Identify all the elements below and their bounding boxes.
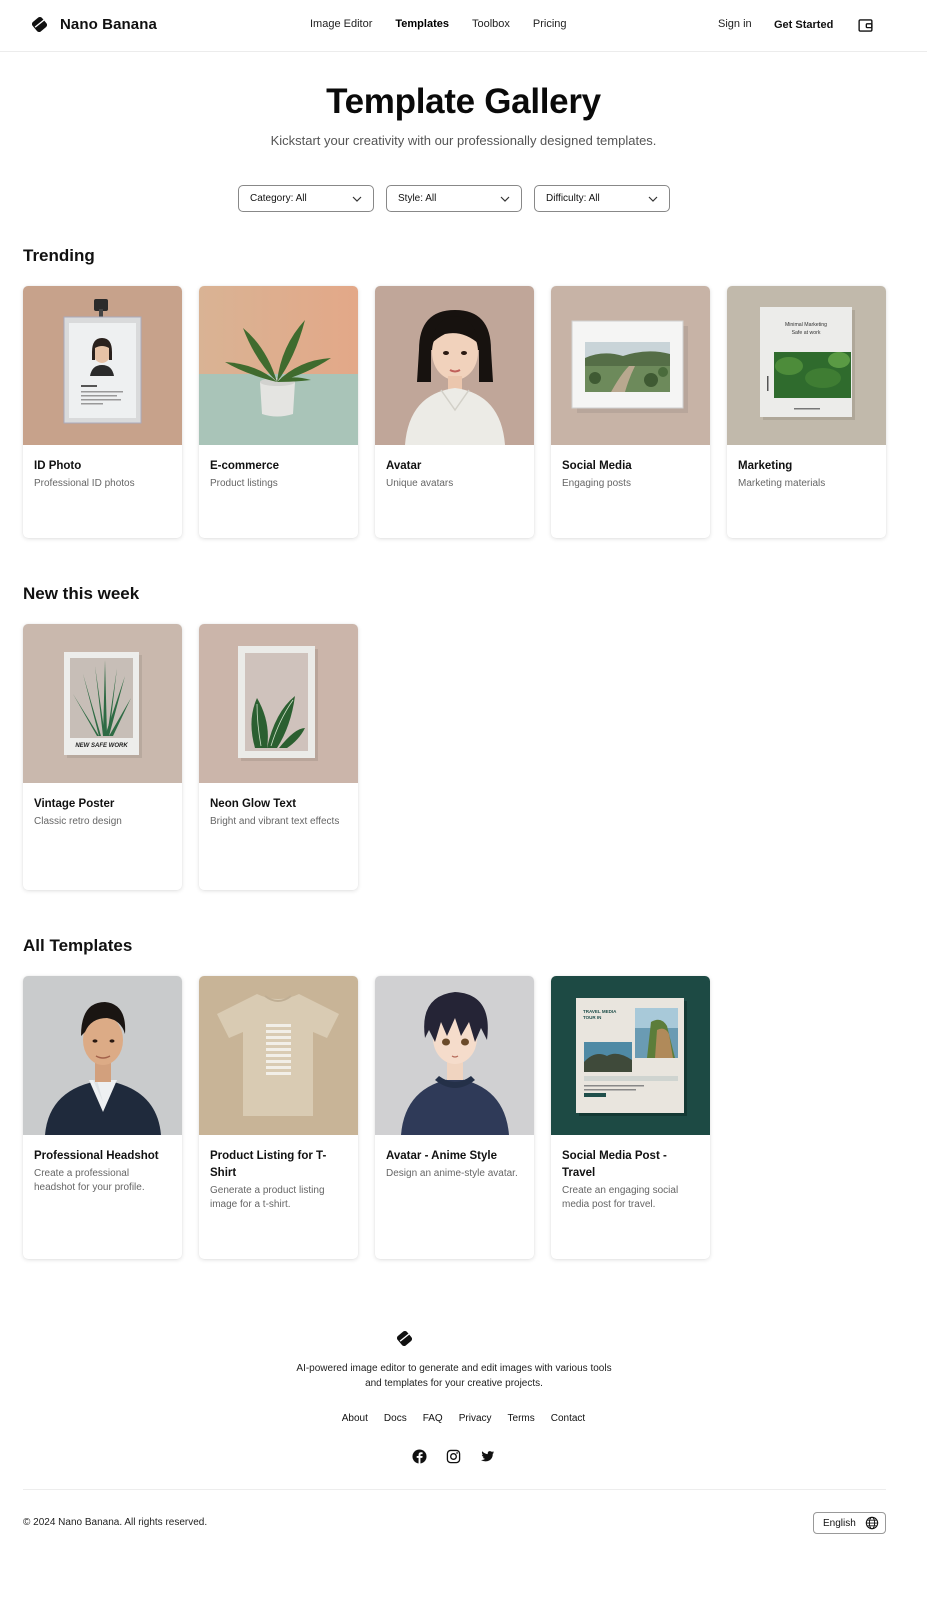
globe-icon xyxy=(865,1516,879,1530)
marketing-thumb-line2: Safe at work xyxy=(792,330,821,336)
template-card-avatar-anime-style[interactable]: Avatar - Anime Style Design an anime-sty… xyxy=(375,976,534,1259)
card-description: Bright and vibrant text effects xyxy=(210,816,340,827)
instagram-icon[interactable] xyxy=(446,1449,461,1464)
all-templates-grid: Professional Headshot Create a professio… xyxy=(23,976,710,1259)
footer-link-docs[interactable]: Docs xyxy=(384,1413,407,1424)
banana-logo-icon xyxy=(396,1330,413,1347)
card-title: Marketing xyxy=(738,460,793,472)
template-card-vintage-poster[interactable]: NEW SAFE WORK Vintage Poster Classic ret… xyxy=(23,624,182,890)
difficulty-filter-label: Difficulty: All xyxy=(546,193,600,204)
trending-heading: Trending xyxy=(23,246,95,265)
template-card-social-media-travel[interactable]: TRAVEL MEDIA TOUR IN Social Media Post -… xyxy=(551,976,710,1259)
anime-avatar-thumbnail xyxy=(375,976,534,1135)
nav-image-editor[interactable]: Image Editor xyxy=(310,18,372,30)
facebook-icon[interactable] xyxy=(412,1449,427,1464)
footer-link-terms[interactable]: Terms xyxy=(508,1413,535,1424)
nav-toolbox[interactable]: Toolbox xyxy=(472,18,510,30)
main-nav: Image Editor Templates Toolbox Pricing xyxy=(310,18,590,30)
page-subtitle: Kickstart your creativity with our profe… xyxy=(270,133,657,148)
page-title: Template Gallery xyxy=(326,82,601,121)
footer-divider xyxy=(23,1489,886,1490)
card-title: Social Media Post - Travel xyxy=(562,1150,667,1179)
card-title: Social Media xyxy=(562,460,632,472)
new-this-week-grid: NEW SAFE WORK Vintage Poster Classic ret… xyxy=(23,624,358,890)
style-filter-label: Style: All xyxy=(398,193,437,204)
vintage-poster-caption: NEW SAFE WORK xyxy=(75,743,128,749)
template-card-avatar[interactable]: Avatar Unique avatars xyxy=(375,286,534,538)
chevron-down-icon xyxy=(648,196,658,202)
chevron-down-icon xyxy=(500,196,510,202)
trending-grid: ID Photo Professional ID photos E-commer… xyxy=(23,286,886,538)
template-card-product-listing-t-shirt[interactable]: Product Listing for T-Shirt Generate a p… xyxy=(199,976,358,1259)
copyright: © 2024 Nano Banana. All rights reserved. xyxy=(23,1517,208,1528)
footer-link-contact[interactable]: Contact xyxy=(551,1413,585,1424)
get-started-button[interactable]: Get Started xyxy=(764,11,844,39)
travel-thumb-line2: TOUR IN xyxy=(583,1015,601,1020)
card-description: Create an engaging social media post for… xyxy=(562,1185,679,1210)
id-photo-thumbnail xyxy=(23,286,182,445)
social-links xyxy=(412,1449,495,1464)
all-templates-heading: All Templates xyxy=(23,936,133,955)
banana-logo-icon xyxy=(31,16,48,33)
template-card-id-photo[interactable]: ID Photo Professional ID photos xyxy=(23,286,182,538)
marketing-thumbnail: Minimal Marketing Safe at work xyxy=(727,286,886,445)
card-title: Vintage Poster xyxy=(34,798,115,810)
twitter-icon[interactable] xyxy=(480,1449,495,1464)
template-card-neon-glow-text[interactable]: Neon Glow Text Bright and vibrant text e… xyxy=(199,624,358,890)
footer-links: About Docs FAQ Privacy Terms Contact xyxy=(0,1413,927,1424)
card-description: Professional ID photos xyxy=(34,478,135,489)
template-card-marketing[interactable]: Minimal Marketing Safe at work Marketing… xyxy=(727,286,886,538)
template-card-e-commerce[interactable]: E-commerce Product listings xyxy=(199,286,358,538)
style-filter[interactable]: Style: All xyxy=(386,185,522,212)
neon-glow-text-thumbnail xyxy=(199,624,358,783)
travel-post-thumbnail: TRAVEL MEDIA TOUR IN xyxy=(551,976,710,1135)
sign-in-link[interactable]: Sign in xyxy=(718,18,752,30)
card-title: ID Photo xyxy=(34,460,82,472)
language-label: English xyxy=(823,1517,856,1529)
chevron-down-icon xyxy=(352,196,362,202)
template-card-social-media[interactable]: Social Media Engaging posts xyxy=(551,286,710,538)
footer-link-privacy[interactable]: Privacy xyxy=(459,1413,492,1424)
social-media-thumbnail xyxy=(551,286,710,445)
brand-name: Nano Banana xyxy=(60,16,157,33)
template-card-professional-headshot[interactable]: Professional Headshot Create a professio… xyxy=(23,976,182,1259)
card-title: Avatar - Anime Style xyxy=(386,1150,497,1162)
professional-headshot-thumbnail xyxy=(23,976,182,1135)
wallet-icon[interactable] xyxy=(857,17,874,34)
vintage-poster-thumbnail: NEW SAFE WORK xyxy=(23,624,182,783)
card-description: Unique avatars xyxy=(386,478,454,489)
card-title: Professional Headshot xyxy=(34,1150,159,1162)
card-description: Generate a product listing image for a t… xyxy=(210,1185,325,1210)
category-filter[interactable]: Category: All xyxy=(238,185,374,212)
card-title: Product Listing for T-Shirt xyxy=(210,1150,327,1179)
filter-bar: Category: All Style: All Difficulty: All xyxy=(238,185,670,212)
footer-description: AI-powered image editor to generate and … xyxy=(296,1363,612,1389)
card-description: Product listings xyxy=(210,478,278,489)
language-selector[interactable]: English xyxy=(813,1512,886,1534)
card-title: E-commerce xyxy=(210,460,280,472)
t-shirt-thumbnail xyxy=(199,976,358,1135)
card-description: Engaging posts xyxy=(562,478,631,489)
category-filter-label: Category: All xyxy=(250,193,307,204)
avatar-thumbnail xyxy=(375,286,534,445)
card-title: Avatar xyxy=(386,460,422,472)
card-description: Marketing materials xyxy=(738,478,826,489)
brand[interactable]: Nano Banana xyxy=(29,14,157,35)
site-header: Nano Banana Image Editor Templates Toolb… xyxy=(0,0,927,52)
new-this-week-heading: New this week xyxy=(23,584,140,603)
nav-pricing[interactable]: Pricing xyxy=(533,18,567,30)
card-description: Design an anime-style avatar. xyxy=(386,1168,518,1179)
e-commerce-thumbnail xyxy=(199,286,358,445)
card-title: Neon Glow Text xyxy=(210,798,297,810)
nav-templates[interactable]: Templates xyxy=(395,18,449,30)
travel-thumb-line1: TRAVEL MEDIA xyxy=(583,1009,617,1014)
footer-link-faq[interactable]: FAQ xyxy=(423,1413,443,1424)
card-description: Create a professional headshot for your … xyxy=(34,1168,145,1193)
marketing-thumb-line1: Minimal Marketing xyxy=(785,322,827,328)
difficulty-filter[interactable]: Difficulty: All xyxy=(534,185,670,212)
card-description: Classic retro design xyxy=(34,816,122,827)
footer-link-about[interactable]: About xyxy=(342,1413,368,1424)
